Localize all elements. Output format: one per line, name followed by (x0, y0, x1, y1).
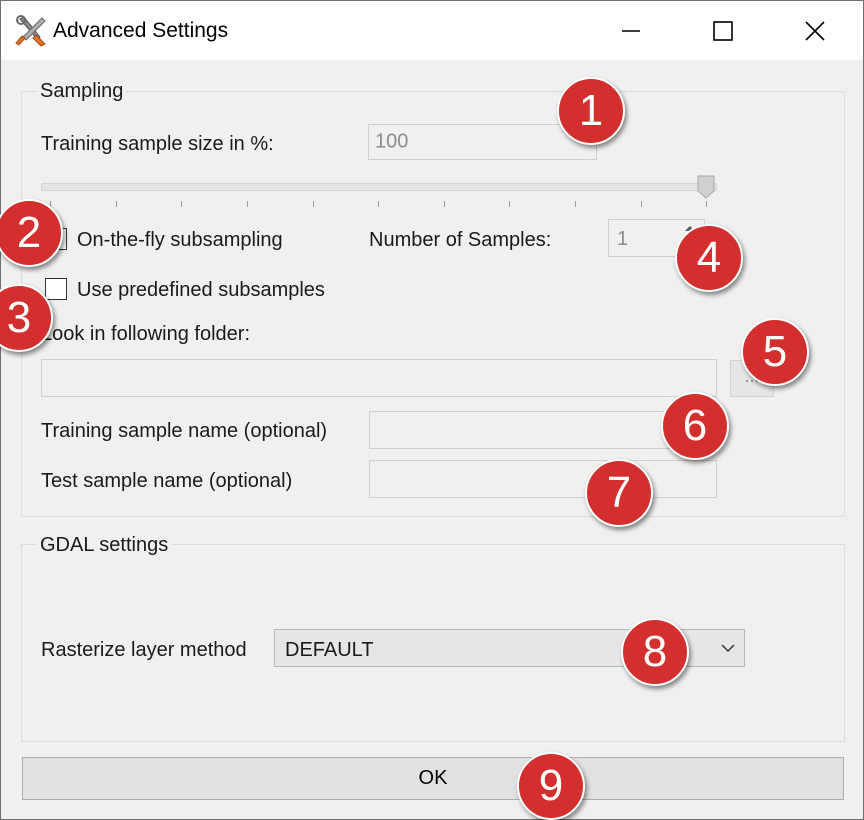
training-size-slider[interactable] (41, 183, 717, 191)
on-the-fly-label: On-the-fly subsampling (77, 229, 283, 251)
close-icon (805, 20, 825, 41)
test-name-label: Test sample name (optional) (41, 470, 293, 492)
slider-tick (116, 201, 117, 207)
number-of-samples-value: 1 (617, 228, 629, 250)
sampling-group-title: Sampling (37, 80, 127, 103)
training-size-value: 100 (375, 130, 409, 153)
slider-tick (444, 201, 445, 207)
annotation-badge-1: 1 (557, 77, 625, 145)
annotation-badge-5: 5 (741, 318, 809, 386)
close-button[interactable] (769, 1, 861, 60)
number-of-samples-label: Number of Samples: (369, 229, 552, 251)
gdal-group-title: GDAL settings (37, 534, 172, 557)
annotation-badge-8: 8 (621, 618, 689, 686)
slider-handle[interactable] (697, 175, 715, 199)
minimize-icon (622, 29, 640, 32)
slider-tick (247, 201, 248, 207)
slider-tick (509, 201, 510, 207)
folder-label: Look in following folder: (41, 323, 251, 345)
predefined-subsamples-checkbox[interactable] (45, 278, 67, 300)
minimize-button[interactable] (585, 1, 677, 60)
slider-tick (575, 201, 576, 207)
slider-tick (181, 201, 182, 207)
training-name-label: Training sample name (optional) (41, 420, 328, 442)
window-title: Advanced Settings (53, 19, 229, 42)
chevron-down-icon (721, 644, 735, 653)
rasterize-method-value: DEFAULT (285, 639, 374, 661)
folder-path-input[interactable] (41, 359, 717, 397)
slider-tick (706, 201, 707, 207)
title-bar: Advanced Settings (1, 1, 863, 60)
slider-tick (641, 201, 642, 207)
slider-tick (313, 201, 314, 207)
predefined-subsamples-label: Use predefined subsamples (77, 279, 325, 301)
annotation-badge-9: 9 (517, 752, 585, 820)
training-size-label: Training sample size in %: (41, 133, 274, 155)
rasterize-method-label: Rasterize layer method (41, 639, 247, 661)
maximize-button[interactable] (677, 1, 769, 60)
annotation-badge-4: 4 (675, 224, 743, 292)
annotation-badge-7: 7 (585, 459, 653, 527)
test-name-input[interactable] (369, 460, 717, 498)
advanced-settings-window: Advanced Settings Sampling Training samp… (0, 0, 864, 820)
annotation-badge-6: 6 (661, 392, 729, 460)
tools-icon (15, 15, 46, 47)
ok-button[interactable]: OK (22, 757, 844, 800)
maximize-icon (713, 20, 733, 41)
slider-tick (378, 201, 379, 207)
